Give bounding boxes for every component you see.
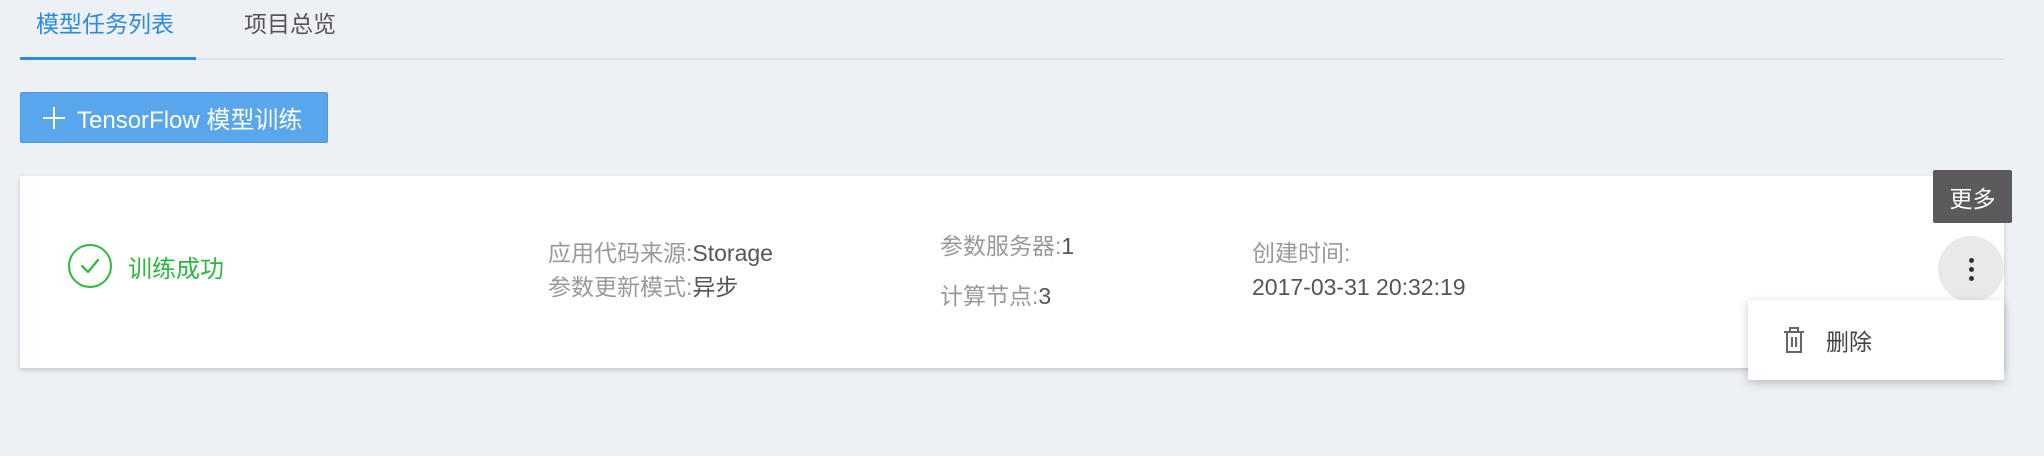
delete-menu-item[interactable]: 删除	[1748, 300, 2004, 380]
delete-label: 删除	[1826, 329, 1872, 355]
task-card: 训练成功 应用代码来源:Storage 参数更新模式:异步 参数服务器:1 计算…	[20, 176, 2004, 368]
tab-label: 项目总览	[244, 11, 336, 37]
more-vertical-icon	[1968, 257, 1974, 263]
more-actions-button[interactable]	[1938, 236, 2004, 302]
param-servers-label: 参数服务器:	[940, 233, 1062, 259]
compute-nodes-field: 计算节点:3	[940, 281, 1051, 311]
create-tensorflow-training-button[interactable]: TensorFlow 模型训练	[20, 92, 328, 143]
more-actions-menu: 删除	[1748, 300, 2004, 380]
tab-label: 模型任务列表	[36, 11, 174, 37]
update-mode-value: 异步	[692, 274, 739, 300]
param-servers-value: 1	[1061, 233, 1075, 259]
active-tab-indicator	[20, 57, 196, 60]
check-circle-icon	[68, 244, 112, 288]
create-button-label: TensorFlow 模型训练	[77, 107, 303, 134]
plus-icon	[43, 106, 65, 129]
param-servers-field: 参数服务器:1	[940, 231, 1074, 261]
more-tooltip: 更多	[1933, 170, 2012, 223]
created-time-label: 创建时间:	[1252, 240, 1351, 266]
more-vertical-icon-dot	[1968, 266, 1974, 272]
tab-project-overview[interactable]: 项目总览	[244, 10, 336, 38]
update-mode-field: 参数更新模式:异步	[548, 272, 738, 302]
created-time-field: 创建时间: 2017-03-31 20:32:19	[1252, 238, 1466, 302]
created-time-value: 2017-03-31 20:32:19	[1252, 274, 1466, 300]
page: 模型任务列表 项目总览 TensorFlow 模型训练 训练成功 应用代码来源:…	[0, 0, 2044, 456]
tab-model-task-list[interactable]: 模型任务列表	[36, 10, 174, 38]
status-text: 训练成功	[128, 255, 224, 283]
compute-nodes-label: 计算节点:	[940, 283, 1039, 309]
code-source-value: Storage	[692, 240, 773, 266]
task-status: 训练成功	[68, 244, 224, 288]
code-source-label: 应用代码来源:	[548, 240, 693, 266]
tab-bar: 模型任务列表 项目总览	[20, 0, 2004, 60]
more-vertical-icon-dot	[1968, 275, 1974, 281]
update-mode-label: 参数更新模式:	[548, 274, 693, 300]
trash-icon	[1782, 326, 1806, 354]
compute-nodes-value: 3	[1038, 283, 1052, 309]
code-source-field: 应用代码来源:Storage	[548, 238, 773, 268]
